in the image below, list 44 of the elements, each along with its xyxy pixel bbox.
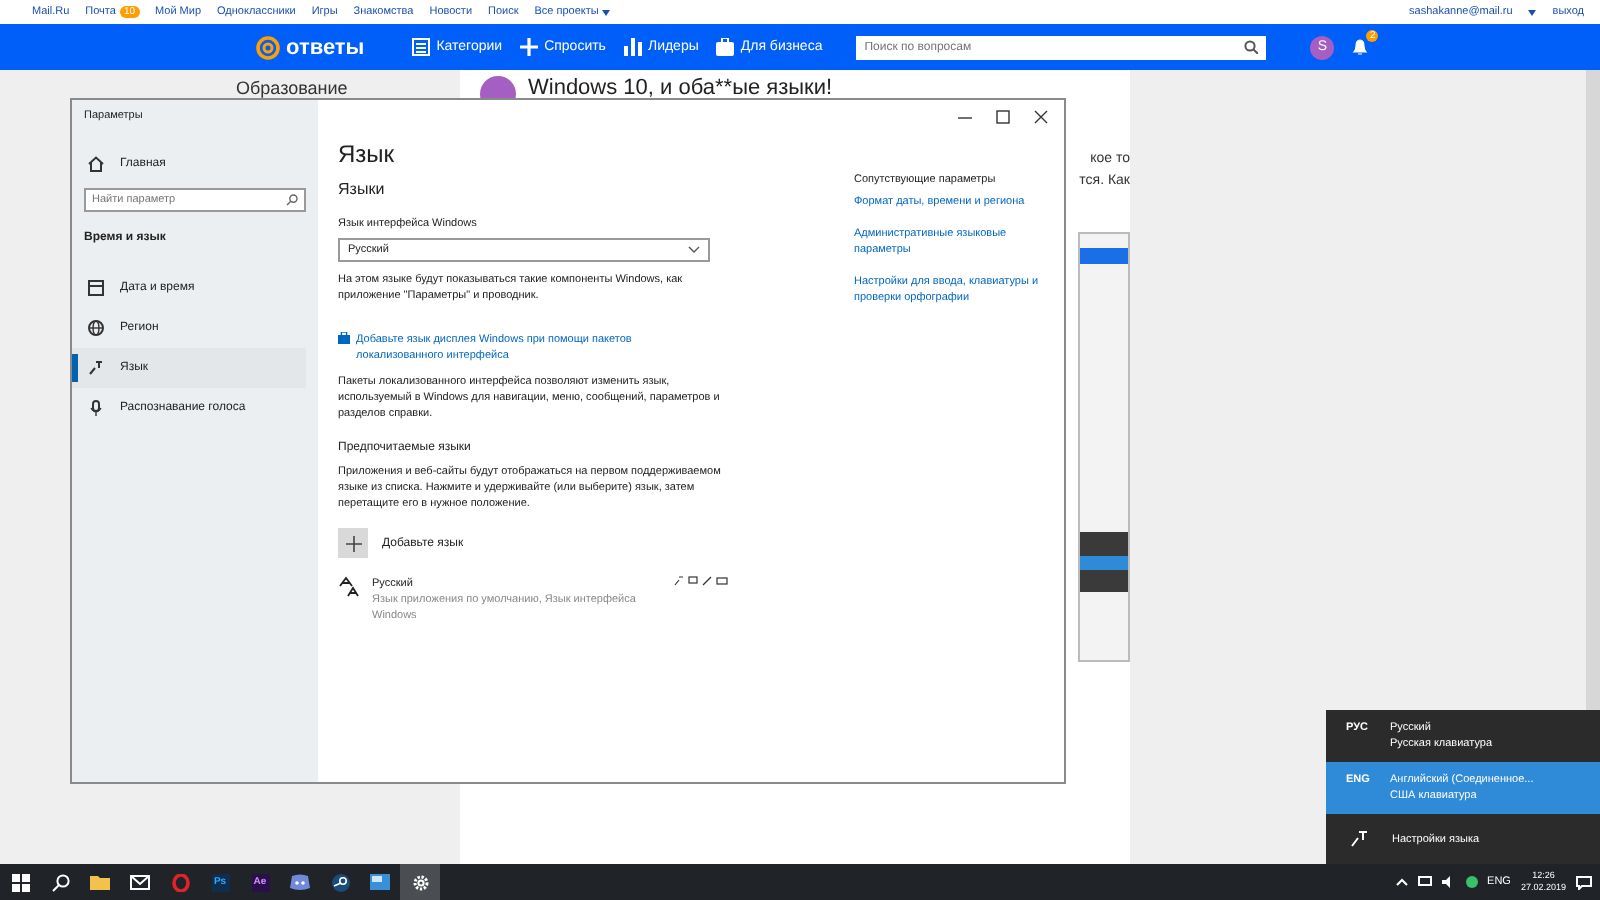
calendar-icon [88,280,104,296]
chevron-down-icon [688,246,700,254]
notification-icon[interactable] [1576,875,1592,889]
store-bag-icon [338,332,350,344]
language-pack-icon [674,576,684,586]
display-icon [688,576,698,586]
list-icon [412,38,431,56]
caret-icon [1528,9,1537,15]
globe-icon [88,320,104,336]
search-icon[interactable] [51,873,69,891]
controller-icon[interactable] [290,874,310,890]
language-glyph-icon [338,576,360,598]
briefcase-icon [716,38,735,56]
keyboard-icon [716,576,728,586]
taskbar-button[interactable] [400,864,440,900]
windows-logo-icon[interactable] [11,873,29,891]
search-icon [1244,40,1259,54]
chevron-up-icon[interactable] [1395,878,1408,886]
page-title: Язык [338,140,397,168]
plus-icon [520,38,539,56]
language-icon [1350,830,1368,848]
category-title: Образование [236,78,348,98]
plus-icon [345,535,361,551]
section-heading: Языки [338,180,387,200]
folder-icon[interactable] [90,874,110,890]
microphone-icon [88,400,104,416]
add-language-button[interactable] [338,528,368,558]
home-icon [88,156,104,172]
status-dot-icon[interactable] [1465,876,1478,888]
site-logo-text[interactable]: ответы [286,35,365,59]
network-icon[interactable] [1417,876,1432,888]
question-title: Windows 10, и оба**ые языки! [528,76,833,100]
language-icon [88,360,104,376]
bell-icon[interactable] [1352,38,1369,56]
ring-icon[interactable] [171,873,189,891]
envelope-icon[interactable] [130,874,150,890]
maximize-icon[interactable] [996,109,1010,123]
at-sign-icon [256,35,280,59]
close-icon[interactable] [1034,109,1048,123]
handwriting-icon [702,576,712,586]
speaker-icon[interactable] [1441,876,1456,888]
gear-icon[interactable] [411,873,429,891]
search-icon [286,194,298,206]
bar-chart-icon [623,38,642,56]
